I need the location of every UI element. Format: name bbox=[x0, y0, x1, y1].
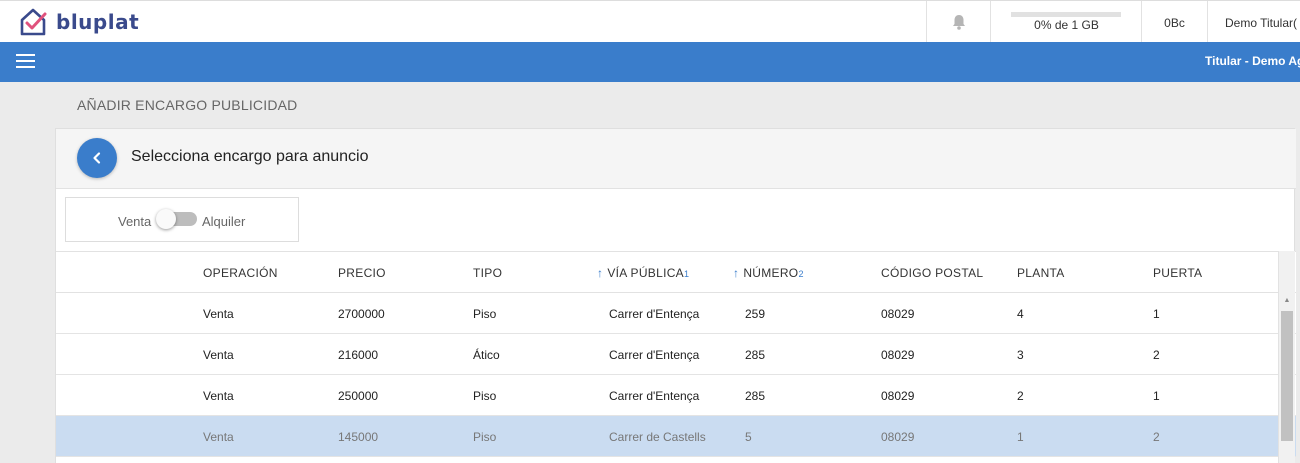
column-label: OPERACIÓN bbox=[203, 266, 278, 280]
main-navbar: Titular - Demo Ag bbox=[0, 42, 1300, 82]
cell-puerta: 2 bbox=[1153, 348, 1160, 362]
column-label: TIPO bbox=[473, 266, 503, 280]
cell-precio: 145000 bbox=[338, 430, 379, 444]
column-header-numero[interactable]: ↑ NÚMERO2 bbox=[733, 266, 804, 280]
cell-operacion: Venta bbox=[203, 389, 234, 403]
operation-switch[interactable] bbox=[156, 209, 197, 229]
card-header: Selecciona encargo para anuncio bbox=[56, 129, 1296, 189]
scroll-up-arrow-icon[interactable]: ▲ bbox=[1279, 297, 1295, 307]
cell-planta: 2 bbox=[1017, 389, 1024, 403]
cell-planta: 3 bbox=[1017, 348, 1024, 362]
logo-house-icon bbox=[20, 8, 47, 36]
column-label: PUERTA bbox=[1153, 266, 1203, 280]
column-header-tipo[interactable]: TIPO bbox=[473, 266, 502, 280]
top-bar: bluplat 0% de 1 GB 0Bc Demo Titular( bbox=[0, 0, 1300, 43]
table-row[interactable]: Venta 250000 Piso Carrer d'Entença 285 0… bbox=[56, 375, 1296, 416]
table-row[interactable]: Venta 216000 Ático Carrer d'Entença 285 … bbox=[56, 334, 1296, 375]
cell-numero: 285 bbox=[745, 348, 766, 362]
cell-planta: 4 bbox=[1017, 307, 1024, 321]
cell-tipo: Piso bbox=[473, 389, 497, 403]
cell-planta: 1 bbox=[1017, 430, 1024, 444]
logo-text: bluplat bbox=[56, 10, 140, 34]
cell-operacion: Venta bbox=[203, 307, 234, 321]
scrollbar-thumb[interactable] bbox=[1281, 311, 1293, 441]
sort-order-badge: 1 bbox=[683, 269, 690, 279]
column-label: VÍA PÚBLICA bbox=[607, 266, 684, 280]
column-label: NÚMERO bbox=[743, 266, 799, 280]
hamburger-menu-icon[interactable] bbox=[16, 54, 35, 69]
cell-via-publica: Carrer d'Entença bbox=[609, 389, 700, 403]
cell-puerta: 1 bbox=[1153, 307, 1160, 321]
sort-arrow-up-icon: ↑ bbox=[733, 266, 740, 280]
storage-text: 0% de 1 GB bbox=[1034, 18, 1099, 32]
chevron-left-icon bbox=[93, 152, 101, 164]
navbar-account-title: Titular - Demo Ag bbox=[1205, 54, 1300, 68]
cell-precio: 216000 bbox=[338, 348, 379, 362]
cell-codigo-postal: 08029 bbox=[881, 348, 915, 362]
table-row[interactable]: Venta 2700000 Piso Carrer d'Entença 259 … bbox=[56, 293, 1296, 334]
cell-operacion: Venta bbox=[203, 348, 234, 362]
column-label: CÓDIGO POSTAL bbox=[881, 266, 984, 280]
toggle-label-alquiler: Alquiler bbox=[202, 214, 246, 229]
cell-operacion: Venta bbox=[203, 430, 234, 444]
cell-via-publica: Carrer d'Entença bbox=[609, 348, 700, 362]
page-title: AÑADIR ENCARGO PUBLICIDAD bbox=[77, 97, 298, 113]
cell-via-publica: Carrer de Castells bbox=[609, 430, 706, 444]
storage-progress-bar bbox=[1011, 12, 1121, 17]
cell-puerta: 1 bbox=[1153, 389, 1160, 403]
cell-tipo: Piso bbox=[473, 430, 497, 444]
cell-precio: 250000 bbox=[338, 389, 379, 403]
cell-puerta: 2 bbox=[1153, 430, 1160, 444]
cell-precio: 2700000 bbox=[338, 307, 385, 321]
cell-codigo-postal: 08029 bbox=[881, 307, 915, 321]
column-label: PRECIO bbox=[338, 266, 386, 280]
cell-numero: 285 bbox=[745, 389, 766, 403]
cell-tipo: Ático bbox=[473, 348, 500, 362]
column-header-via-publica[interactable]: ↑ VÍA PÚBLICA1 bbox=[597, 266, 689, 280]
bc-indicator[interactable]: 0Bc bbox=[1141, 1, 1207, 43]
notifications-button[interactable] bbox=[926, 1, 990, 43]
orders-table: OPERACIÓN PRECIO TIPO ↑ VÍA PÚBLICA1 ↑ NÚM… bbox=[56, 251, 1296, 457]
cell-numero: 259 bbox=[745, 307, 766, 321]
switch-knob[interactable] bbox=[156, 209, 176, 229]
cell-codigo-postal: 08029 bbox=[881, 430, 915, 444]
column-header-operacion[interactable]: OPERACIÓN bbox=[203, 266, 278, 280]
column-header-codigo-postal[interactable]: CÓDIGO POSTAL bbox=[881, 266, 983, 280]
user-menu[interactable]: Demo Titular( bbox=[1207, 1, 1300, 43]
toggle-label-venta: Venta bbox=[118, 214, 152, 229]
table-row-selected[interactable]: Venta 145000 Piso Carrer de Castells 5 0… bbox=[56, 416, 1296, 457]
operation-toggle: Venta Alquiler bbox=[65, 197, 299, 242]
column-header-precio[interactable]: PRECIO bbox=[338, 266, 386, 280]
select-order-card: Selecciona encargo para anuncio Venta Al… bbox=[55, 128, 1296, 463]
storage-indicator: 0% de 1 GB bbox=[990, 1, 1141, 43]
cell-codigo-postal: 08029 bbox=[881, 389, 915, 403]
column-header-puerta[interactable]: PUERTA bbox=[1153, 266, 1202, 280]
cell-numero: 5 bbox=[745, 430, 752, 444]
table-header: OPERACIÓN PRECIO TIPO ↑ VÍA PÚBLICA1 ↑ NÚM… bbox=[56, 251, 1296, 293]
back-button[interactable] bbox=[77, 138, 117, 178]
bell-icon bbox=[952, 15, 965, 30]
cell-tipo: Piso bbox=[473, 307, 497, 321]
logo[interactable]: bluplat bbox=[18, 7, 139, 37]
column-header-planta[interactable]: PLANTA bbox=[1017, 266, 1065, 280]
cell-via-publica: Carrer d'Entença bbox=[609, 307, 700, 321]
table-scrollbar[interactable]: ▲ bbox=[1278, 251, 1295, 463]
card-title: Selecciona encargo para anuncio bbox=[131, 148, 369, 165]
sort-arrow-up-icon: ↑ bbox=[597, 266, 604, 280]
column-label: PLANTA bbox=[1017, 266, 1065, 280]
sort-order-badge: 2 bbox=[798, 269, 804, 279]
